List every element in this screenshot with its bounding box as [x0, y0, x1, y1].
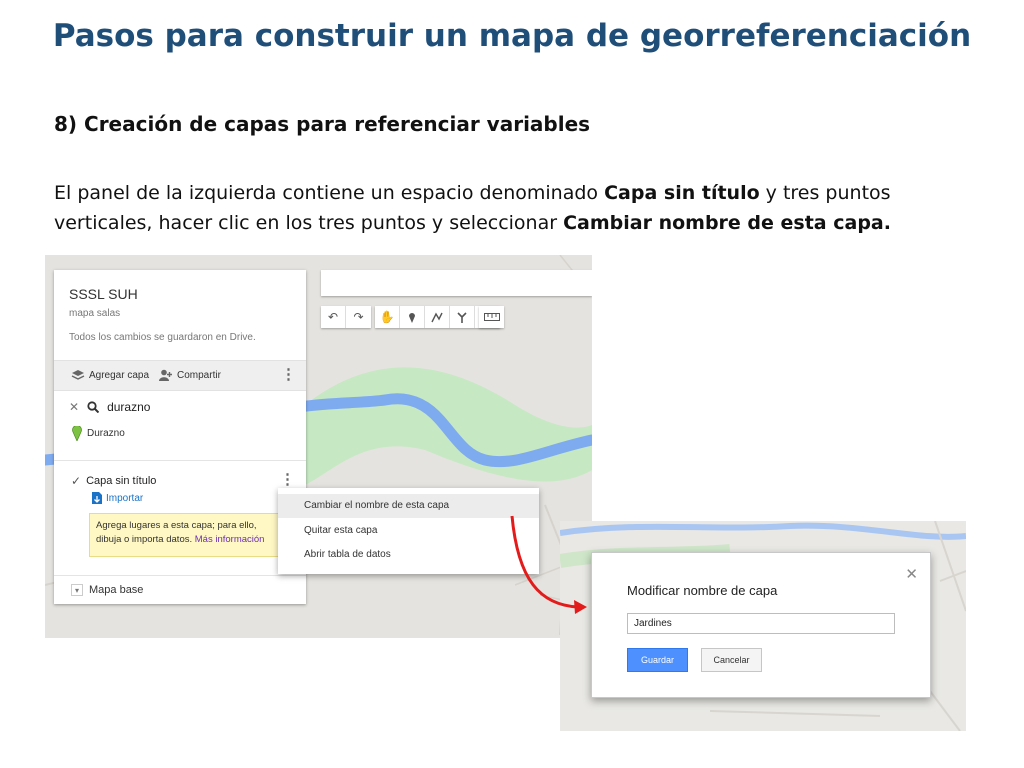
add-person-icon: [159, 369, 172, 381]
cancel-button[interactable]: Cancelar: [701, 648, 762, 672]
layer-checkbox[interactable]: ✓: [71, 474, 81, 488]
panel-divider: [54, 460, 306, 461]
map-description[interactable]: mapa salas: [69, 308, 120, 319]
map-name[interactable]: SSSL SUH: [69, 286, 138, 302]
layer-name-input[interactable]: [627, 613, 895, 634]
layer-row: ✓ Capa sin título: [71, 474, 156, 488]
layer-options-icon[interactable]: ⋮: [280, 472, 295, 488]
instructions: El panel de la izquierda contiene un esp…: [54, 178, 994, 238]
instructions-bold-rename: Cambiar nombre de esta capa.: [563, 212, 891, 234]
layer-action-bar: Agregar capa Compartir ⋮: [54, 360, 306, 391]
base-map-label: Mapa base: [89, 584, 144, 596]
layers-icon: [71, 370, 85, 380]
import-icon: [92, 492, 102, 504]
remove-layer-menu-item[interactable]: Quitar esta capa: [278, 519, 539, 543]
marker-icon[interactable]: [400, 306, 425, 328]
dialog-title: Modificar nombre de capa: [627, 583, 778, 598]
add-layer-label: Agregar capa: [89, 369, 150, 381]
expand-icon[interactable]: ▾: [71, 584, 83, 596]
instructions-bold-layer: Capa sin título: [604, 182, 760, 204]
save-status: Todos los cambios se guardaron en Drive.: [69, 332, 256, 343]
measure-toolbar: [479, 306, 504, 328]
share-label: Compartir: [177, 369, 221, 381]
rename-layer-menu-item[interactable]: Cambiar el nombre de esta capa: [278, 494, 539, 518]
add-layer-button[interactable]: Agregar capa: [71, 369, 149, 381]
import-link[interactable]: Importar: [92, 492, 143, 504]
hand-icon[interactable]: ✋: [375, 306, 400, 328]
green-marker-icon: [72, 426, 82, 441]
hint-line2-container: dibuja o importa datos. Más información: [96, 533, 308, 547]
more-info-link[interactable]: Más información: [195, 534, 265, 545]
ruler-icon[interactable]: [479, 306, 504, 328]
redo-icon[interactable]: ↷: [346, 306, 371, 328]
layer-context-menu: Cambiar el nombre de esta capa Quitar es…: [278, 488, 539, 574]
rename-layer-dialog: Modificar nombre de capa ✕ Guardar Cance…: [591, 552, 931, 698]
map-search-box[interactable]: [321, 270, 592, 296]
layers-panel: SSSL SUH mapa salas Todos los cambios se…: [54, 270, 315, 604]
search-result-header: ✕ durazno: [69, 400, 150, 414]
open-data-table-menu-item[interactable]: Abrir tabla de datos: [278, 543, 539, 567]
base-map-row[interactable]: ▾ Mapa base: [71, 584, 143, 596]
slide-title: Pasos para construir un mapa de georrefe…: [52, 18, 972, 54]
save-button[interactable]: Guardar: [627, 648, 688, 672]
panel-more-icon[interactable]: ⋮: [281, 367, 296, 383]
import-label: Importar: [106, 492, 144, 504]
directions-icon[interactable]: [450, 306, 475, 328]
search-result-item[interactable]: Durazno: [72, 426, 125, 441]
step-heading: 8) Creación de capas para referenciar va…: [54, 112, 591, 136]
search-result-label: Durazno: [87, 428, 125, 439]
hint-line2: dibuja o importa datos.: [96, 534, 193, 545]
share-button[interactable]: Compartir: [159, 369, 221, 381]
undo-icon[interactable]: ↶: [321, 306, 346, 328]
search-icon: [87, 401, 100, 413]
hint-line1: Agrega lugares a esta capa; para ello,: [96, 520, 257, 531]
panel-divider: [54, 575, 306, 576]
draw-line-icon[interactable]: [425, 306, 450, 328]
instructions-part1: El panel de la izquierda contiene un esp…: [54, 182, 605, 204]
layer-name[interactable]: Capa sin título: [86, 475, 156, 487]
my-maps-screenshot: SSSL SUH mapa salas Todos los cambios se…: [45, 255, 592, 638]
search-query: durazno: [107, 400, 151, 414]
rename-dialog-screenshot: Modificar nombre de capa ✕ Guardar Cance…: [560, 521, 966, 731]
undo-redo-toolbar: ↶ ↷: [321, 306, 371, 328]
close-search-icon[interactable]: ✕: [69, 400, 79, 414]
close-icon[interactable]: ✕: [905, 565, 918, 583]
